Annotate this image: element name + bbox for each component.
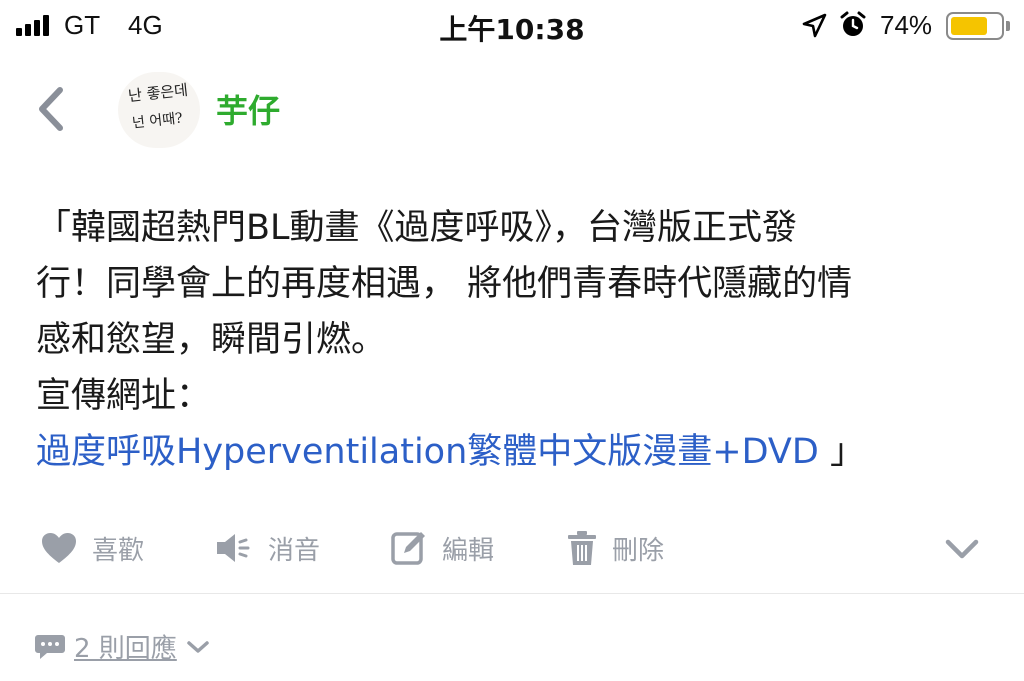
post-text-line: 宣傳網址： [36,376,212,416]
post-body: 「韓國超熱門BL動畫《過度呼吸》，台灣版正式發 行！同學會上的再度相遇， 將他們… [36,200,996,480]
chevron-down-icon[interactable] [944,536,980,562]
closing-quote: 」 [818,432,865,472]
mute-label: 消音 [268,535,321,566]
delete-button[interactable]: 刪除 [566,528,664,568]
chevron-down-small-icon [187,640,209,653]
trash-icon [568,531,596,565]
heart-icon [42,533,76,563]
status-time: 上午10:38 [439,13,585,46]
promo-link[interactable]: 過度呼吸Hyperventilation繁體中文版漫畫+DVD [36,432,819,472]
back-chevron-icon[interactable] [30,84,70,134]
replies-count-label: 2 則回應 [74,634,177,664]
post-text-line: 行！同學會上的再度相遇， 將他們青春時代隱藏的情 [36,264,853,304]
delete-label: 刪除 [612,535,665,566]
edit-label: 編輯 [442,535,495,566]
post-text-line: 「韓國超熱門BL動畫《過度呼吸》，台灣版正式發 [36,208,798,248]
status-bar: GT 4G 上午10:38 74% [0,0,1024,56]
speaker-mute-icon [217,534,250,562]
replies-toggle[interactable]: 2 則回應 [34,628,211,665]
post-link-line: 過度呼吸Hyperventilation繁體中文版漫畫+DVD 」 [36,424,996,480]
avatar-text-line1: 난 좋은데 [127,80,189,106]
edit-pencil-icon [391,532,425,565]
avatar[interactable]: 난 좋은데 넌 어때? [118,72,200,148]
battery-level-fill [951,17,987,35]
mute-button[interactable]: 消音 [214,528,320,568]
avatar-text-line2: 넌 어때? [131,110,184,132]
battery-terminal [1006,21,1010,31]
like-label: 喜歡 [92,535,145,566]
post-action-bar: 喜歡 消音 編輯 刪除 [0,520,1024,576]
username-link[interactable]: 芋仔 [216,86,280,132]
location-arrow-icon [802,13,827,38]
alarm-clock-icon [840,11,866,36]
edit-button[interactable]: 編輯 [390,528,494,568]
post-text-line: 感和慾望，瞬間引燃。 [36,320,387,360]
battery-icon [946,12,1004,40]
battery-percentage: 74% [880,10,933,40]
comment-icon [35,634,65,659]
divider [0,593,1024,594]
like-button[interactable]: 喜歡 [40,528,144,568]
